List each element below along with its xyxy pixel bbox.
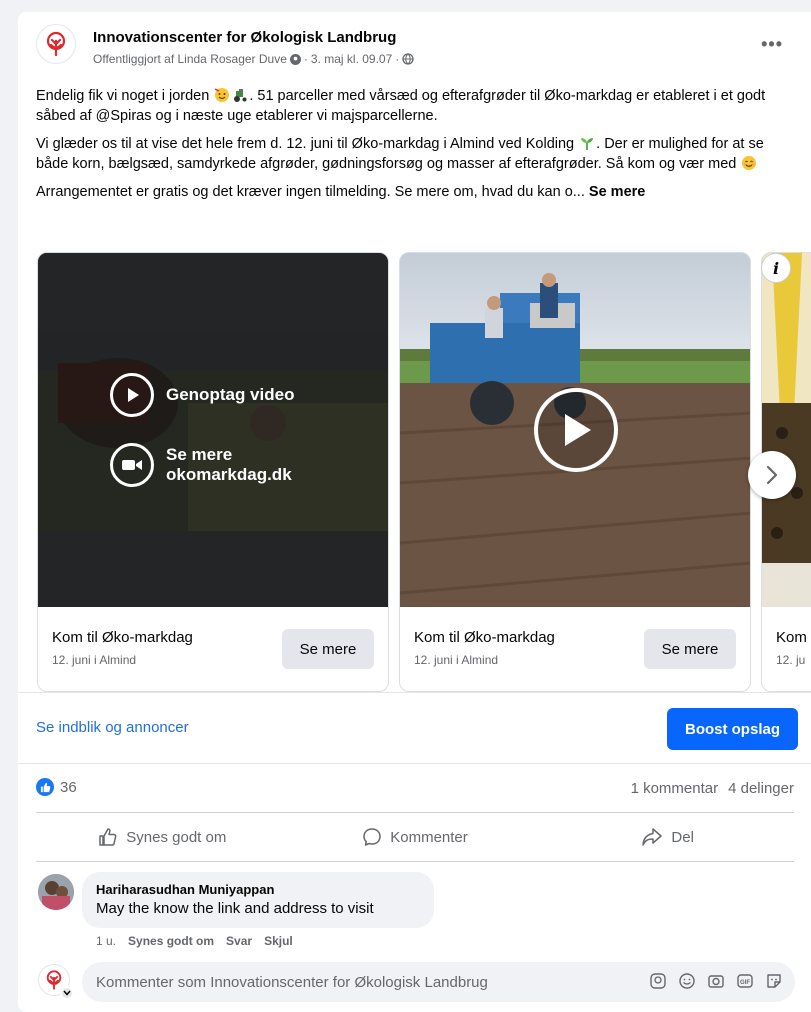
thumbs-up-icon (99, 828, 117, 846)
published-by[interactable]: Offentliggjort af Linda Rosager Duve (93, 52, 287, 66)
post-meta: Offentliggjort af Linda Rosager Duve · 3… (93, 52, 414, 66)
video-thumbnail[interactable]: Genoptag video Se mere okomarkdag.dk (38, 253, 388, 607)
action-bar: Synes godt om Kommenter Del (36, 812, 794, 862)
tractor-emoji-icon (234, 89, 247, 102)
post-paragraph: Vi glæder os til at vise det hele frem d… (36, 136, 764, 172)
carousel-item-subtitle: 12. juni i Almind (414, 653, 499, 667)
comment-hide-link[interactable]: Skjul (264, 934, 293, 948)
carousel-item-footer: Kom til Øko-markdag 12. juni i Almind Se… (400, 607, 750, 691)
like-reaction-icon (36, 778, 54, 796)
resume-video-button[interactable]: Genoptag video (110, 373, 294, 417)
comment-bubble-icon (363, 828, 381, 846)
play-button[interactable] (534, 388, 618, 472)
emoji-icon[interactable] (678, 972, 696, 990)
gif-icon[interactable]: GIF (736, 972, 754, 990)
post-body: Endelig fik vi noget i jorden . 51 parce… (36, 86, 796, 210)
comment-like-link[interactable]: Synes godt om (128, 934, 214, 948)
like-button[interactable]: Synes godt om (36, 813, 289, 861)
share-button[interactable]: Del (541, 813, 794, 861)
comment-reply-link[interactable]: Svar (226, 934, 252, 948)
page-avatar[interactable] (36, 24, 76, 64)
comment-share-counts: 1 kommentar 4 delinger (631, 780, 794, 797)
location-pin-icon (289, 53, 301, 65)
seedling-emoji-icon (581, 138, 594, 150)
seed-bag-image (762, 253, 811, 607)
image-thumbnail[interactable] (762, 253, 811, 607)
see-more-button[interactable]: Se mere (282, 629, 374, 669)
boost-post-button[interactable]: Boost opslag (667, 708, 798, 750)
carousel-item-title: Kom til Øko-markdag (414, 629, 555, 646)
comment-button[interactable]: Kommenter (289, 813, 542, 861)
chevron-right-icon[interactable] (748, 451, 796, 499)
tractor-field-image (38, 253, 388, 607)
smiling-face-emoji-icon (742, 156, 757, 170)
info-icon[interactable]: i (761, 253, 791, 283)
carousel-item-title: Kom til Øko-markdag (52, 629, 193, 646)
carousel-item[interactable]: Kom til Øko-markdag 12. juni i Almind Se… (399, 252, 751, 692)
comment-bubble: Hariharasudhan Muniyappan May the know t… (82, 872, 434, 928)
page-name[interactable]: Innovationscenter for Økologisk Landbrug (93, 29, 396, 46)
more-options-icon[interactable]: ••• (761, 34, 783, 55)
comment-composer: GIF (82, 962, 795, 1002)
post-header: Innovationscenter for Økologisk Landbrug… (18, 12, 811, 76)
chevron-down-icon[interactable] (60, 986, 74, 1000)
comment-meta: 1 u. Synes godt om Svar Skjul (96, 934, 293, 948)
post-card: Innovationscenter for Økologisk Landbrug… (18, 12, 811, 1012)
comment-input[interactable] (96, 962, 616, 1002)
avatar-sticker-icon[interactable] (649, 972, 667, 990)
carousel-item-subtitle: 12. juni i Almind (52, 653, 137, 667)
see-more-link[interactable]: Se mere (589, 184, 645, 200)
tree-logo-icon (46, 31, 66, 57)
like-count[interactable]: 36 (36, 778, 77, 796)
share-count[interactable]: 4 delinger (728, 780, 794, 797)
camera-icon[interactable] (707, 972, 725, 990)
insights-bar: Se indblik og annoncer Boost opslag (18, 692, 811, 764)
globe-icon (402, 53, 414, 65)
svg-text:GIF: GIF (740, 980, 750, 986)
insights-link[interactable]: Se indblik og annoncer (36, 719, 189, 736)
share-arrow-icon (642, 828, 663, 846)
post-date[interactable]: 3. maj kl. 09.07 (311, 52, 392, 66)
carousel-item-subtitle: 12. ju (776, 653, 806, 667)
comment-count[interactable]: 1 kommentar (631, 780, 719, 797)
carousel: Genoptag video Se mere okomarkdag.dk Kom… (18, 252, 811, 692)
overlay-see-more-button[interactable]: Se mere okomarkdag.dk (110, 443, 292, 487)
play-icon (110, 373, 154, 417)
play-icon (565, 414, 591, 446)
comment-text: May the know the link and address to vis… (96, 900, 374, 917)
reaction-summary: 36 1 kommentar 4 delinger (18, 772, 811, 804)
carousel-item-title: Kom (776, 629, 807, 646)
comment-age[interactable]: 1 u. (96, 934, 116, 948)
video-camera-icon (110, 443, 154, 487)
post-paragraph: Arrangementet er gratis og det kræver in… (36, 184, 646, 200)
comment-author[interactable]: Hariharasudhan Muniyappan (96, 882, 420, 897)
see-more-button[interactable]: Se mere (644, 629, 736, 669)
composer-tools: GIF (649, 972, 783, 990)
post-paragraph: Endelig fik vi noget i jorden . 51 parce… (36, 88, 766, 124)
carousel-item-footer: Kom 12. ju (762, 607, 811, 691)
video-thumbnail[interactable] (400, 253, 750, 607)
commenter-avatar[interactable] (38, 874, 74, 910)
sticker-icon[interactable] (765, 972, 783, 990)
carousel-item-footer: Kom til Øko-markdag 12. juni i Almind Se… (38, 607, 388, 691)
carousel-item[interactable]: Genoptag video Se mere okomarkdag.dk Kom… (37, 252, 389, 692)
party-face-emoji-icon (215, 88, 230, 102)
